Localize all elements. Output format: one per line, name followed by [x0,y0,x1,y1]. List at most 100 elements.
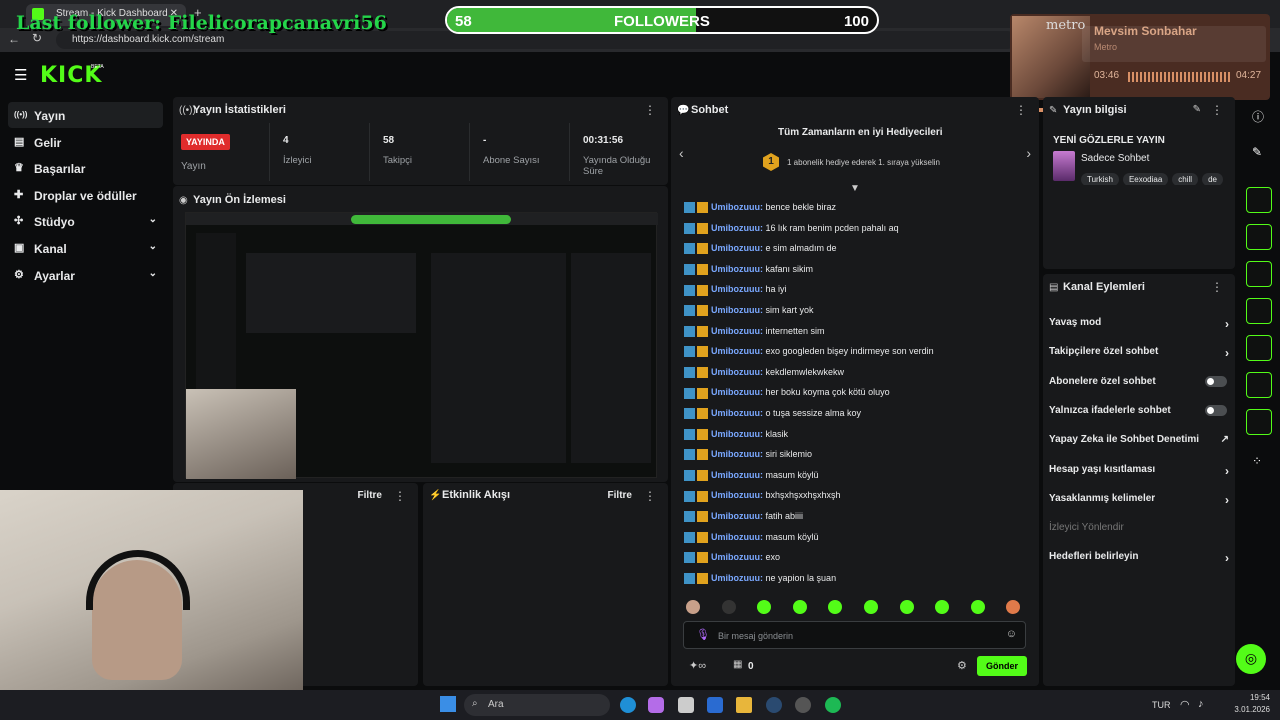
support-button[interactable]: ◎ [1236,644,1266,674]
channel-action-item[interactable]: Abonelere özel sohbet [1049,375,1229,390]
stream-tag[interactable]: Eexodiaa [1122,173,1169,185]
chat-settings-icon[interactable]: ⚙ [957,659,967,672]
pencil-icon[interactable]: ✎ [1252,145,1262,159]
stream-info-menu-icon[interactable]: ⋮ [1211,103,1223,117]
emote-icon[interactable] [864,600,878,614]
stat-value: 00:31:56 [583,135,624,146]
chat-username[interactable]: Umibozuuu: [711,223,763,233]
chat-username[interactable]: Umibozuuu: [711,532,763,542]
stream-tag[interactable]: de [1202,173,1223,185]
rail-wrench-icon[interactable] [1246,409,1272,435]
gift-icon[interactable]: ▦ [733,659,742,670]
copilot-icon[interactable] [648,697,664,713]
chat-username[interactable]: Umibozuuu: [711,326,763,336]
crown-badge-icon [697,408,708,420]
category-name[interactable]: Sadece Sohbet [1081,153,1149,164]
rail-scan-icon[interactable] [1246,187,1272,213]
rail-bolt-icon[interactable] [1246,224,1272,250]
edge-icon[interactable] [620,697,636,713]
wifi-icon[interactable]: ◠ [1180,698,1190,711]
sidebar-item-5[interactable]: ✣ Stüdyo ⌄ [8,208,163,234]
channel-action-item[interactable]: Yasaklanmış kelimeler › [1049,493,1229,507]
chat-username[interactable]: Umibozuuu: [711,367,763,377]
channel-action-item[interactable]: Yalnızca ifadelerle sohbet [1049,404,1229,419]
stream-tag[interactable]: chill [1172,173,1199,185]
rail-chat-icon[interactable] [1246,298,1272,324]
toggle-switch[interactable] [1205,404,1227,416]
chat-username[interactable]: Umibozuuu: [711,387,763,397]
stats-menu-icon[interactable]: ⋮ [644,103,656,117]
sidebar-item-6[interactable]: ▣ Kanal ⌄ [8,235,163,261]
spotify-icon[interactable] [825,697,841,713]
emote-icon[interactable] [970,600,985,614]
chat-username[interactable]: Umibozuuu: [711,346,763,356]
chat-username[interactable]: Umibozuuu: [711,264,763,274]
pinned-icon[interactable]: ▼ [850,183,860,194]
chat-username[interactable]: Umibozuuu: [711,470,763,480]
apps-icon[interactable]: ⁘ [1252,454,1262,468]
rail-broadcast-icon[interactable] [1246,335,1272,361]
stream-tag[interactable]: Turkish [1081,173,1119,185]
sidebar-item-1[interactable]: ((•)) Yayın [8,102,163,128]
back-icon[interactable]: ← [8,32,20,46]
sidebar-item-4[interactable]: ✚ Droplar ve ödüller [8,182,163,208]
emoji-icon[interactable]: ☺ [1006,628,1017,640]
sidebar-item-2[interactable]: ▤ Gelir [8,129,163,155]
sidebar-item-label: Gelir [34,135,62,150]
sidebar-item-3[interactable]: ♛ Başarılar [8,155,163,181]
rail-doc-icon[interactable] [1246,261,1272,287]
verified-badge-icon [684,428,695,440]
volume-icon[interactable]: ♪ [1198,698,1204,710]
emote-icon[interactable] [686,600,700,614]
obs-icon[interactable] [795,697,811,713]
send-button[interactable]: Gönder [977,656,1027,676]
start-icon[interactable] [440,696,456,712]
explorer-icon[interactable] [736,697,752,713]
language-indicator[interactable]: TUR [1152,700,1171,710]
activity-filter-button[interactable]: Filtre [608,490,632,501]
chat-username[interactable]: Umibozuuu: [711,305,763,315]
emote-icon[interactable] [899,600,914,614]
store-icon[interactable] [678,697,694,713]
mail-icon[interactable] [707,697,723,713]
money-icon: ▤ [14,135,25,148]
channel-action-item[interactable]: Yapay Zeka ile Sohbet Denetimi ↗ [1049,434,1229,448]
chat-input[interactable]: 🎙 Bir mesaj gönderin ☺ [683,621,1026,649]
chat-username[interactable]: Umibozuuu: [711,552,763,562]
chat-username[interactable]: Umibozuuu: [711,284,763,294]
steam-icon[interactable] [766,697,782,713]
clock-time[interactable]: 19:54 [1234,693,1270,702]
activity-menu-icon[interactable]: ⋮ [644,489,656,503]
chat-username[interactable]: Umibozuuu: [711,573,763,583]
toggle-switch[interactable] [1205,375,1227,387]
chat-menu-icon[interactable]: ⋮ [1015,103,1027,117]
actions-menu-icon[interactable]: ⋮ [1211,280,1223,294]
chat-username[interactable]: Umibozuuu: [711,202,763,212]
events-menu-icon[interactable]: ⋮ [394,489,406,503]
events-filter-button[interactable]: Filtre [358,490,382,501]
edit-icon[interactable]: ✎ [1193,104,1201,115]
taskbar-search[interactable]: ⌕ Ara [464,694,610,716]
channel-action-item[interactable]: Yavaş mod › [1049,317,1229,331]
channel-points-icon[interactable]: ✦∞ [689,659,706,672]
chat-username[interactable]: Umibozuuu: [711,490,763,500]
chat-username[interactable]: Umibozuuu: [711,243,763,253]
rail-layout-icon[interactable] [1246,372,1272,398]
channel-action-item[interactable]: Takipçilere özel sohbet › [1049,346,1229,360]
info-icon[interactable]: ⓘ [1252,108,1264,125]
gifters-prev-icon[interactable]: ‹ [679,145,684,161]
chat-username[interactable]: Umibozuuu: [711,408,763,418]
chat-username[interactable]: Umibozuuu: [711,449,763,459]
preview-video[interactable] [185,212,658,479]
mic-icon[interactable]: 🎙 [696,628,710,641]
channel-action-item[interactable]: Hesap yaşı kısıtlaması › [1049,464,1229,478]
emote-icon[interactable] [721,600,736,614]
channel-action-item[interactable]: Hedefleri belirleyin › [1049,551,1229,565]
clock-date[interactable]: 3.01.2026 [1226,705,1270,714]
gifters-next-icon[interactable]: › [1026,145,1031,161]
chat-username[interactable]: Umibozuuu: [711,429,763,439]
chat-username[interactable]: Umibozuuu: [711,511,763,521]
menu-icon[interactable]: ☰ [14,66,27,84]
emote-icon[interactable] [792,600,807,614]
sidebar-item-7[interactable]: ⚙ Ayarlar ⌄ [8,262,163,288]
